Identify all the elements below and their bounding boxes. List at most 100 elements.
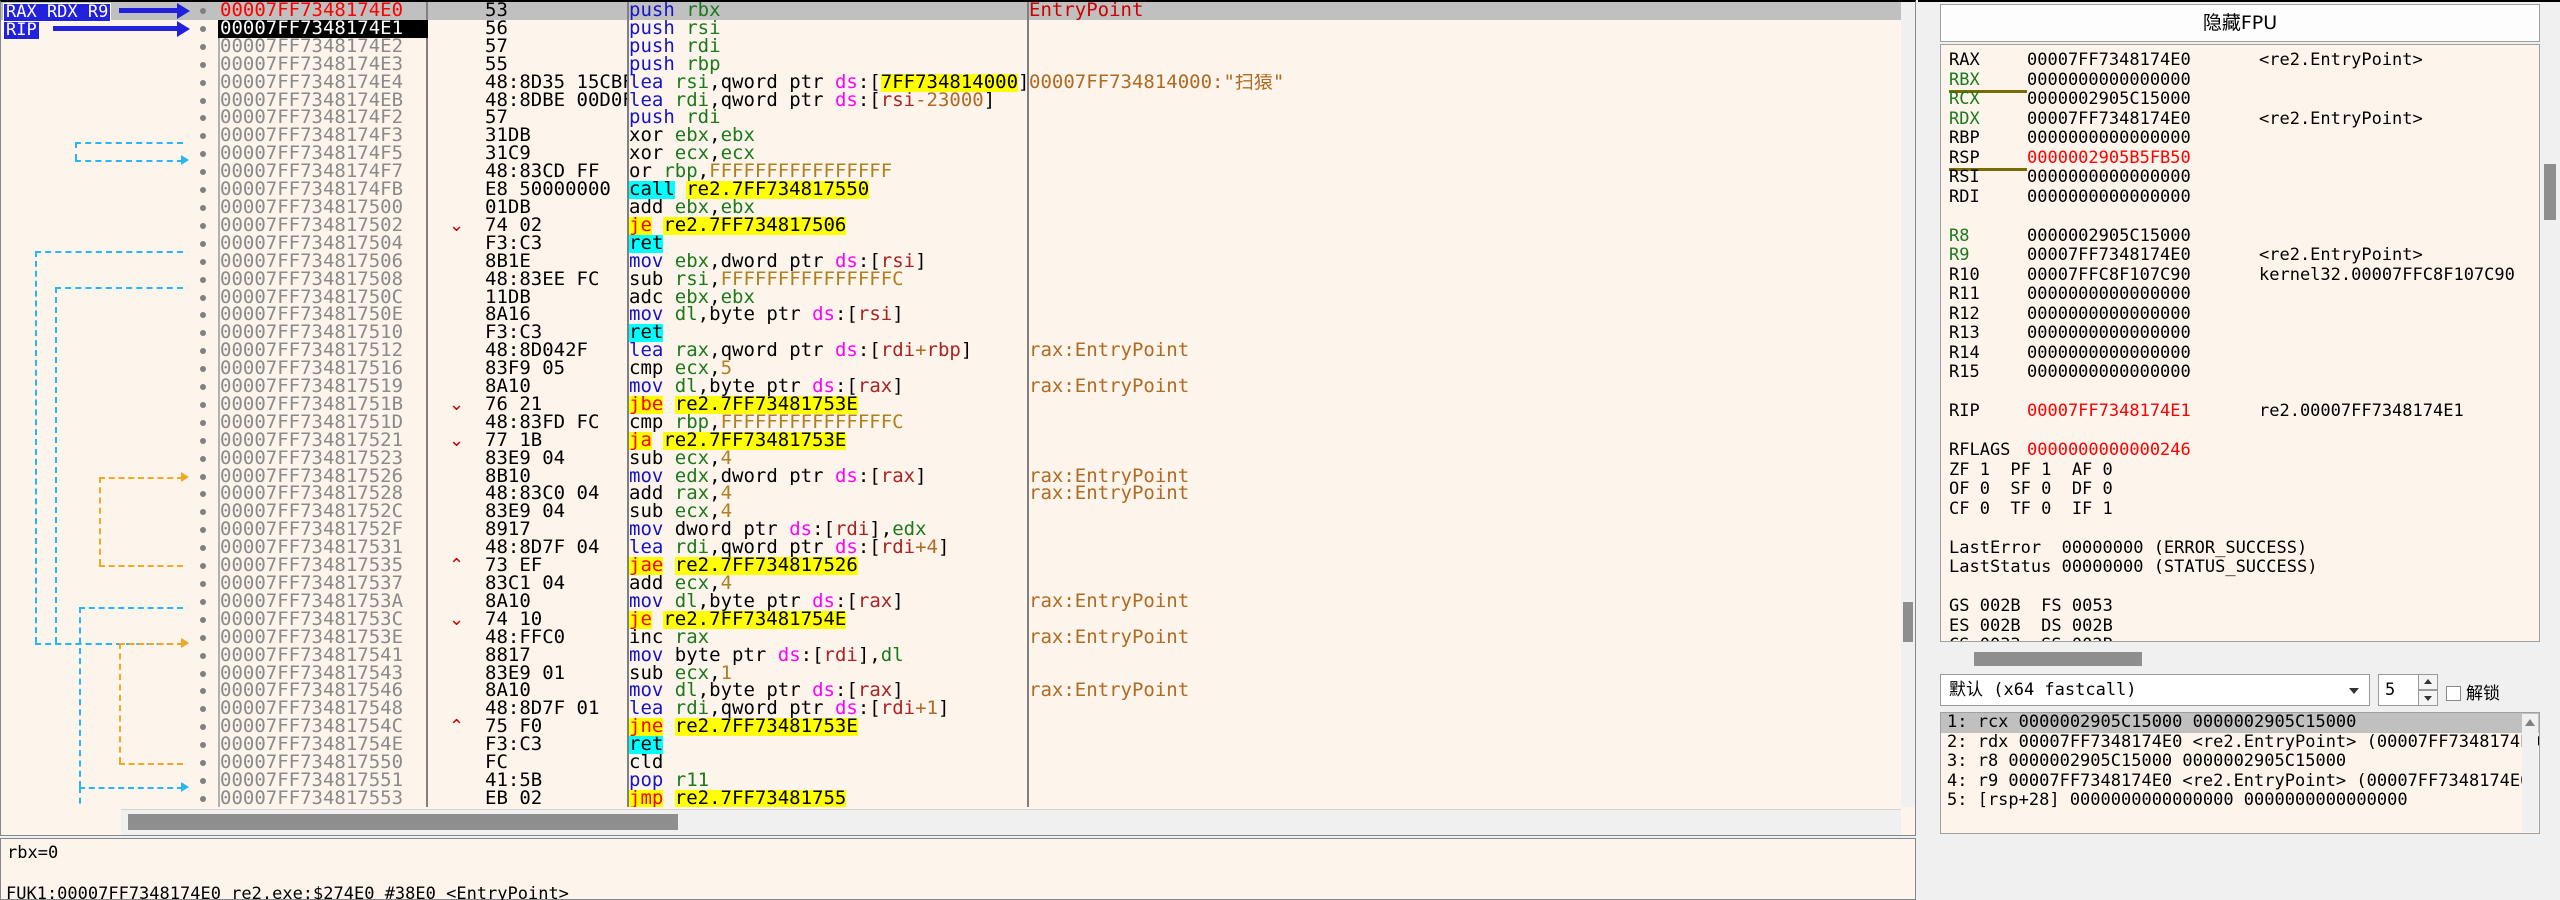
segment-row[interactable]: CS 0033 SS 002B xyxy=(1949,635,2539,641)
instruction-cell[interactable]: ret xyxy=(627,234,1028,253)
instruction-cell[interactable]: ret xyxy=(627,324,1028,343)
disassembly-row[interactable]: 00007FF73481753C ⌄ 74 10 je re2.7FF73481754… xyxy=(1,610,1901,629)
address-cell[interactable]: 00007FF734817510 xyxy=(218,324,428,343)
address-cell[interactable]: 00007FF73481754E xyxy=(218,736,428,755)
opcode-bytes-cell[interactable]: 8A10 xyxy=(485,593,628,611)
opcode-bytes-cell[interactable]: 75 F0 xyxy=(485,718,628,736)
breakpoint-toggle[interactable] xyxy=(191,163,219,181)
address-cell[interactable]: 00007FF734817519 xyxy=(218,378,428,396)
breakpoint-toggle[interactable] xyxy=(191,324,219,342)
register-value-r9[interactable]: 00007FF7348174E0 xyxy=(2027,245,2259,266)
disassembly-row[interactable]: 00007FF734817519 8A10 mov dl,byte ptr ds:[… xyxy=(1,378,1901,396)
segment-fs[interactable]: FS xyxy=(2041,596,2061,616)
comment-cell[interactable] xyxy=(1027,789,1901,807)
breakpoint-toggle[interactable] xyxy=(191,611,219,629)
register-value-r15[interactable]: 0000000000000000 xyxy=(2027,362,2259,383)
breakpoint-toggle[interactable] xyxy=(191,557,219,575)
disassembly-horizontal-scrollbar[interactable] xyxy=(121,809,1901,835)
opcode-bytes-cell[interactable]: 48:83EE FC xyxy=(485,271,628,289)
comment-cell[interactable] xyxy=(1027,754,1901,772)
instruction-cell[interactable]: cmp rbp,FFFFFFFFFFFFFFFC xyxy=(627,413,1028,432)
comment-cell[interactable] xyxy=(1027,216,1901,235)
disassembly-row[interactable]: 00007FF7348174E1 56 push rsi xyxy=(1,19,1901,38)
comment-cell[interactable] xyxy=(1027,610,1901,629)
instruction-cell[interactable]: mov ebx,dword ptr ds:[rsi] xyxy=(627,252,1028,271)
segment-ss[interactable]: SS xyxy=(2041,635,2062,641)
disassembly-vertical-scrollbar[interactable] xyxy=(1901,2,1915,807)
opcode-bytes-cell[interactable]: 53 xyxy=(485,2,628,20)
disassembly-table[interactable]: 00007FF7348174E0 53 push rbx EntryPoint 0000… xyxy=(1,2,1901,807)
opcode-bytes-cell[interactable]: 8917 xyxy=(485,521,628,539)
breakpoint-toggle[interactable] xyxy=(191,2,219,20)
comment-cell[interactable] xyxy=(1027,521,1901,540)
comment-cell[interactable] xyxy=(1027,288,1901,307)
comment-cell[interactable] xyxy=(1027,431,1901,450)
address-cell[interactable]: 00007FF73481751D xyxy=(218,413,428,432)
instruction-cell[interactable]: lea rax,qword ptr ds:[rdi+rbp] xyxy=(627,342,1028,361)
opcode-bytes-cell[interactable]: 57 xyxy=(485,38,628,56)
register-row-r11[interactable]: R11 0000000000000000 xyxy=(1949,284,2539,305)
disassembly-row[interactable]: 00007FF73481752F 8917 mov dword ptr ds:[rd… xyxy=(1,521,1901,540)
disassembly-row[interactable]: 00007FF73481752C 83E9 04 sub ecx,4 xyxy=(1,503,1901,522)
disassembly-row[interactable]: 00007FF734817553 EB 02 jmp re2.7FF73481755 xyxy=(1,789,1901,807)
address-cell[interactable]: 00007FF734817541 xyxy=(218,646,428,665)
instruction-cell[interactable]: mov dl,byte ptr ds:[rax] xyxy=(627,682,1028,701)
instruction-cell[interactable]: sub ecx,4 xyxy=(627,503,1028,522)
instruction-cell[interactable]: cld xyxy=(627,754,1028,772)
comment-cell[interactable] xyxy=(1027,306,1901,325)
instruction-cell[interactable]: push rdi xyxy=(627,109,1028,128)
breakpoint-toggle[interactable] xyxy=(191,539,219,557)
comment-cell[interactable] xyxy=(1027,736,1901,755)
register-row-r10[interactable]: R10 00007FFC8F107C90 kernel32.00007FFC8F10… xyxy=(1949,265,2539,286)
checkbox-box-icon[interactable] xyxy=(2446,686,2461,701)
register-vertical-scrollbar[interactable] xyxy=(2542,44,2558,642)
call-convention-select[interactable]: 默认 (x64 fastcall) xyxy=(1940,674,2370,706)
instruction-cell[interactable]: push rsi xyxy=(627,19,1028,38)
disassembly-row[interactable]: 00007FF73481753E 48:FFC0 inc rax rax:EntryP… xyxy=(1,628,1901,647)
address-cell[interactable]: 00007FF734817528 xyxy=(218,485,428,504)
instruction-cell[interactable]: ja re2.7FF73481753E xyxy=(627,431,1028,450)
register-row-rsi[interactable]: RSI 0000000000000000 xyxy=(1949,167,2539,188)
comment-cell[interactable] xyxy=(1027,252,1901,271)
segment-row[interactable]: ES 002B DS 002B xyxy=(1949,616,2539,637)
argument-row[interactable]: 3: r8 0000002905C15000 0000002905C15000 xyxy=(1941,752,2539,772)
address-cell[interactable]: 00007FF7348174EB xyxy=(218,91,428,110)
address-cell[interactable]: 00007FF7348174F2 xyxy=(218,109,428,128)
breakpoint-toggle[interactable] xyxy=(191,468,219,486)
instruction-cell[interactable]: jae re2.7FF734817526 xyxy=(627,557,1028,575)
opcode-bytes-cell[interactable]: 31DB xyxy=(485,127,628,145)
instruction-cell[interactable]: mov edx,dword ptr ds:[rax] xyxy=(627,467,1028,486)
register-value-r14[interactable]: 0000000000000000 xyxy=(2027,343,2259,364)
disassembly-vscroll-thumb[interactable] xyxy=(1903,602,1913,642)
address-cell[interactable]: 00007FF734817551 xyxy=(218,771,428,790)
register-value-rflags[interactable]: 0000000000000246 xyxy=(2027,440,2191,461)
comment-cell[interactable] xyxy=(1027,718,1901,737)
instruction-cell[interactable]: ret xyxy=(627,736,1028,755)
register-value-rsp[interactable]: 0000002905B5FB50 xyxy=(2027,148,2259,169)
disassembly-row[interactable]: 00007FF734817516 83F9 05 cmp ecx,5 xyxy=(1,360,1901,379)
instruction-cell[interactable]: pop r11 xyxy=(627,771,1028,790)
argument-row[interactable]: 2: rdx 00007FF7348174E0 <re2.EntryPoint>… xyxy=(1941,732,2539,753)
breakpoint-toggle[interactable] xyxy=(191,145,219,163)
comment-cell[interactable] xyxy=(1027,557,1901,575)
disassembly-row[interactable]: 00007FF7348174F7 48:83CD FF or rbp,FFFFFFF… xyxy=(1,163,1901,182)
breakpoint-toggle[interactable] xyxy=(191,682,219,700)
comment-cell[interactable] xyxy=(1027,324,1901,343)
instruction-cell[interactable]: sub ecx,1 xyxy=(627,664,1028,683)
register-value-rip[interactable]: 00007FF7348174E1 xyxy=(2027,401,2259,422)
opcode-bytes-cell[interactable]: F3:C3 xyxy=(485,324,628,342)
instruction-cell[interactable]: push rdi xyxy=(627,37,1028,56)
breakpoint-toggle[interactable] xyxy=(191,199,219,217)
opcode-bytes-cell[interactable]: 48:8D35 15CBFFFF xyxy=(485,74,628,92)
register-row-rdi[interactable]: RDI 0000000000000000 xyxy=(1949,187,2539,208)
disassembly-row[interactable]: 00007FF73481750E 8A16 mov dl,byte ptr ds:[… xyxy=(1,306,1901,325)
address-cell[interactable]: 00007FF7348174F7 xyxy=(218,163,428,182)
address-cell[interactable]: 00007FF73481753E xyxy=(218,628,428,647)
disassembly-row[interactable]: 00007FF7348174F3 31DB xor ebx,ebx xyxy=(1,127,1901,146)
opcode-bytes-cell[interactable]: 48:8DBE 00D0FDFF xyxy=(485,92,628,110)
register-row-rax[interactable]: RAX 00007FF7348174E0 <re2.EntryPoint> xyxy=(1949,50,2539,71)
breakpoint-toggle[interactable] xyxy=(191,700,219,718)
register-value-rdx[interactable]: 00007FF7348174E0 xyxy=(2027,109,2259,130)
breakpoint-toggle[interactable] xyxy=(191,575,219,593)
comment-cell[interactable] xyxy=(1027,37,1901,56)
